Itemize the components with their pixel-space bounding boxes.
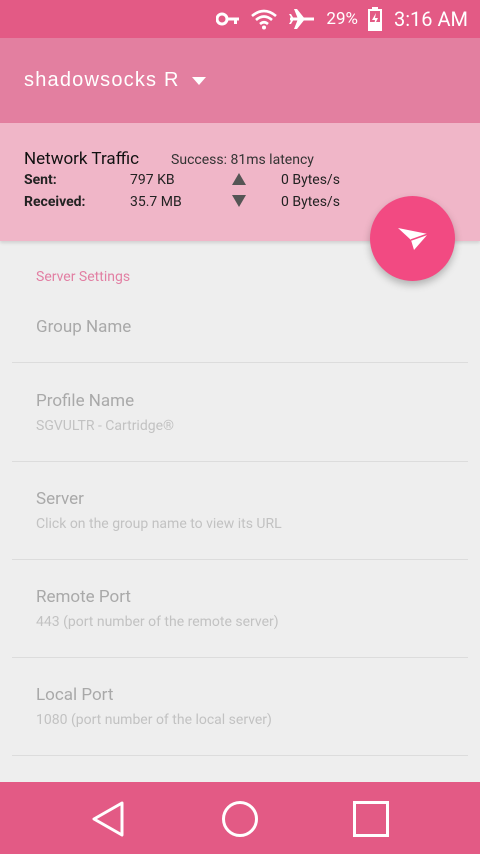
status-bar: 29% 3:16 AM: [0, 0, 480, 38]
back-icon[interactable]: [90, 800, 126, 842]
battery-percent: 29%: [326, 9, 358, 29]
home-icon[interactable]: [221, 800, 259, 842]
pref-server[interactable]: Server Click on the group name to view i…: [12, 462, 468, 560]
profile-group-dropdown[interactable]: shadowsocks R: [24, 69, 206, 92]
download-arrow-icon: [232, 195, 246, 211]
section-title: Server Settings: [36, 269, 131, 285]
connect-button[interactable]: [370, 196, 455, 281]
pref-summary: SGVULTR - Cartridge®: [36, 418, 175, 434]
pref-title: Group Name: [36, 317, 132, 337]
latency-status[interactable]: Success: 81ms latency: [171, 152, 314, 168]
upload-arrow-icon: [232, 173, 246, 189]
airplane-icon: [288, 7, 316, 31]
pref-title: Profile Name: [36, 391, 135, 411]
navigation-bar: [0, 782, 480, 854]
received-label: Received:: [24, 194, 86, 210]
pref-remote-port[interactable]: Remote Port 443 (port number of the remo…: [12, 560, 468, 658]
recents-icon[interactable]: [352, 800, 390, 842]
pref-profile-name[interactable]: Profile Name SGVULTR - Cartridge®: [12, 363, 468, 462]
pref-summary: Click on the group name to view its URL: [36, 516, 282, 532]
key-icon: [216, 11, 240, 27]
app-title: shadowsocks R: [24, 69, 180, 91]
pref-title: Remote Port: [36, 587, 131, 607]
sent-value: 797 KB: [130, 172, 175, 188]
pref-group-name[interactable]: Group Name: [12, 297, 468, 363]
sent-rate: 0 Bytes/s: [281, 172, 340, 188]
traffic-title: Network Traffic: [24, 149, 140, 169]
sent-row: Sent: 797 KB 0 Bytes/s: [24, 170, 456, 192]
clock: 3:16 AM: [393, 7, 468, 31]
battery-icon: [367, 7, 382, 31]
toolbar: shadowsocks R: [0, 38, 480, 123]
pref-title: Server: [36, 489, 84, 509]
pref-summary: 443 (port number of the remote server): [36, 614, 279, 630]
pref-local-port[interactable]: Local Port 1080 (port number of the loca…: [12, 658, 468, 756]
pref-summary: 1080 (port number of the local server): [36, 712, 272, 728]
chevron-down-icon: [191, 76, 206, 85]
server-settings-list: Server Settings Group Name Profile Name …: [0, 241, 480, 782]
received-value: 35.7 MB: [130, 194, 182, 210]
received-rate: 0 Bytes/s: [281, 194, 340, 210]
wifi-icon: [250, 8, 278, 30]
pref-title: Local Port: [36, 685, 114, 705]
paper-plane-icon: [396, 222, 430, 256]
sent-label: Sent:: [24, 172, 57, 188]
